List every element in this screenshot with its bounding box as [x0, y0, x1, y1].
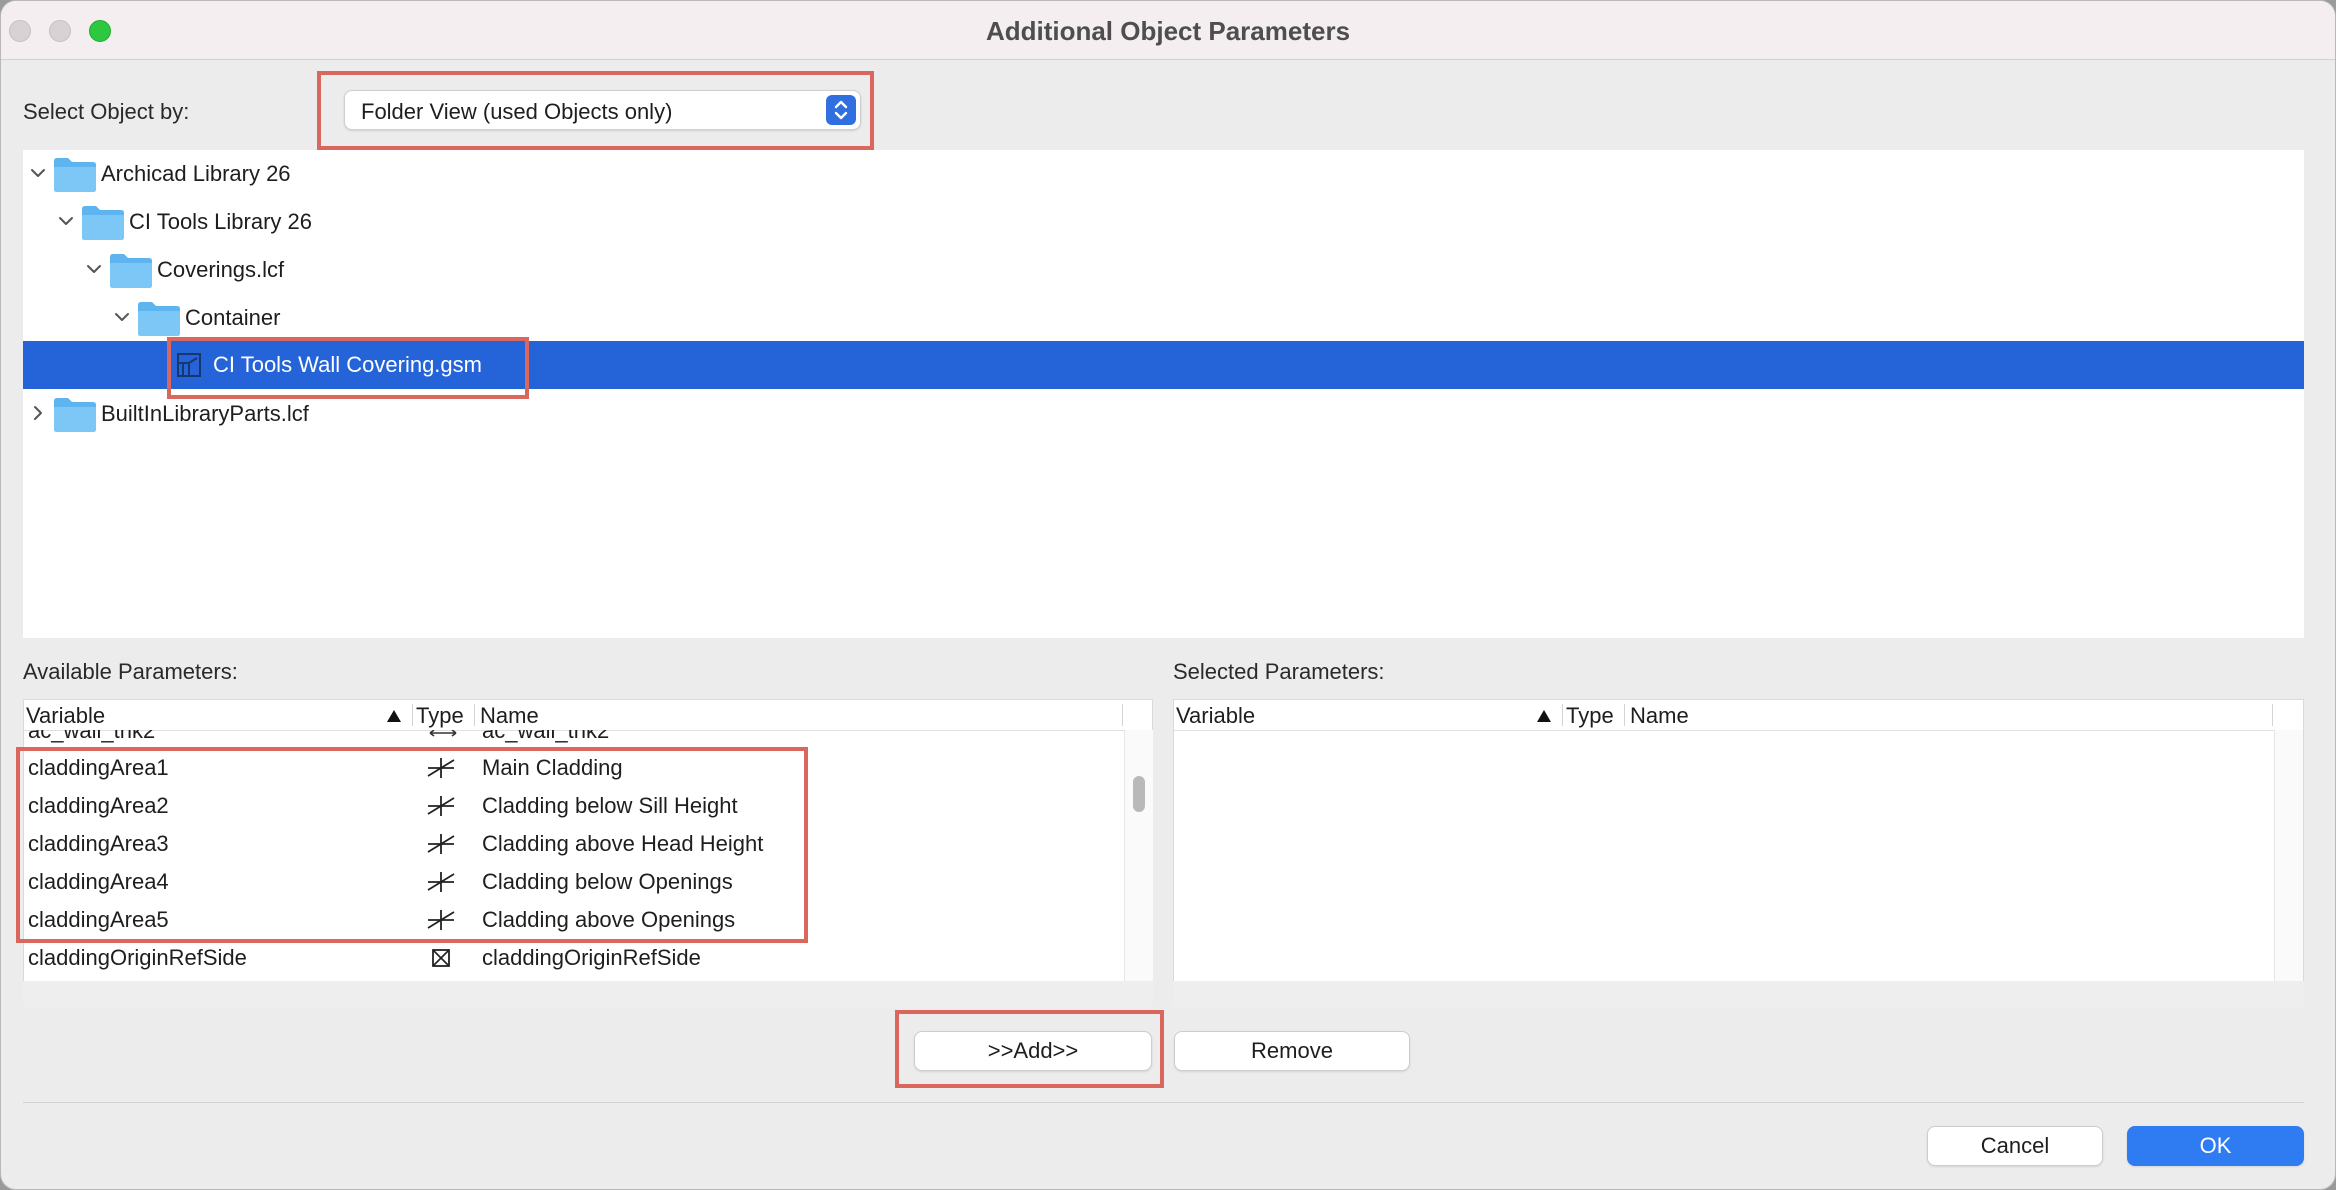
cell-variable: claddingArea2 — [28, 793, 169, 818]
cancel-button[interactable]: Cancel — [1927, 1126, 2103, 1166]
folder-icon — [137, 299, 181, 337]
surface-icon — [426, 870, 456, 894]
tree-item-label: CI Tools Library 26 — [129, 209, 313, 234]
available-list-header: Variable Type Name — [24, 700, 1152, 731]
cell-name: Cladding above Openings — [482, 907, 736, 932]
window-title: Additional Object Parameters — [985, 16, 1351, 46]
cell-name: ac_wall_thk2 — [482, 730, 610, 743]
cell-variable: claddingArea3 — [28, 831, 169, 856]
selected-list-footer — [1173, 981, 2304, 1007]
library-tree[interactable]: Archicad Library 26 CI Tools Library 26 … — [23, 150, 2304, 638]
tree-item-archicad-library[interactable]: Archicad Library 26 — [23, 151, 2304, 197]
available-list-footer — [23, 981, 1153, 1007]
column-header-type[interactable]: Type — [1566, 703, 1614, 729]
available-list-scrollbar[interactable] — [1124, 730, 1153, 1006]
cell-variable: claddingArea4 — [28, 869, 169, 894]
ok-button[interactable]: OK — [2127, 1126, 2304, 1166]
column-header-type[interactable]: Type — [416, 703, 464, 729]
cell-variable: claddingArea5 — [28, 907, 169, 932]
select-by-dropdown[interactable]: Folder View (used Objects only) — [344, 90, 861, 130]
length-icon — [428, 730, 458, 744]
title-bar: Additional Object Parameters — [1, 1, 2335, 60]
surface-icon — [426, 908, 456, 932]
tree-item-container[interactable]: Container — [23, 295, 2304, 341]
folder-icon — [53, 395, 97, 433]
available-parameters-list[interactable]: Variable Type Name ac_wall_thk2 ac_wall_… — [23, 699, 1153, 1007]
up-down-chevron-icon — [826, 95, 856, 125]
tree-item-builtin-library-parts[interactable]: BuiltInLibraryParts.lcf — [23, 391, 2304, 437]
folder-icon — [81, 203, 125, 241]
dialog-window: Additional Object Parameters Select Obje… — [0, 0, 2336, 1190]
selected-parameters-label: Selected Parameters: — [1173, 659, 1385, 684]
boolean-icon — [426, 946, 456, 970]
chevron-down-icon[interactable] — [85, 260, 103, 278]
table-row[interactable]: claddingOriginRefSide claddingOriginRefS… — [24, 938, 1122, 976]
table-row[interactable]: claddingArea1 Main Cladding — [24, 748, 1122, 786]
cell-variable: ac_wall_thk2 — [28, 730, 156, 743]
surface-icon — [426, 794, 456, 818]
select-by-value: Folder View (used Objects only) — [361, 99, 673, 124]
surface-icon — [426, 832, 456, 856]
tree-item-label: Archicad Library 26 — [101, 161, 291, 186]
sort-ascending-icon — [386, 709, 402, 728]
tree-item-ci-tools-wall-covering[interactable]: CI Tools Wall Covering.gsm — [23, 341, 2304, 389]
column-header-variable[interactable]: Variable — [1176, 703, 1255, 729]
tree-item-coverings[interactable]: Coverings.lcf — [23, 247, 2304, 293]
cell-variable: claddingArea1 — [28, 755, 169, 780]
surface-icon — [426, 756, 456, 780]
cell-name: Main Cladding — [482, 755, 623, 780]
chevron-down-icon[interactable] — [113, 308, 131, 326]
selected-parameters-list[interactable]: Variable Type Name — [1173, 699, 2304, 1007]
table-row[interactable]: claddingArea3 Cladding above Head Height — [24, 824, 1122, 862]
tree-item-label: CI Tools Wall Covering.gsm — [213, 352, 482, 377]
table-row-partial[interactable]: ac_wall_thk2 ac_wall_thk2 — [24, 730, 1122, 744]
tree-item-label: BuiltInLibraryParts.lcf — [101, 401, 309, 426]
cell-name: claddingOriginRefSide — [482, 945, 701, 970]
folder-icon — [53, 155, 97, 193]
chevron-down-icon[interactable] — [29, 164, 47, 182]
table-row[interactable]: claddingArea5 Cladding above Openings — [24, 900, 1122, 938]
cell-name: Cladding below Openings — [482, 869, 733, 894]
table-row[interactable]: claddingArea2 Cladding below Sill Height — [24, 786, 1122, 824]
column-header-variable[interactable]: Variable — [26, 703, 105, 729]
chevron-down-icon[interactable] — [57, 212, 75, 230]
library-object-icon — [175, 351, 203, 379]
sort-ascending-icon — [1536, 709, 1552, 728]
chevron-right-icon[interactable] — [29, 404, 47, 422]
available-parameters-label: Available Parameters: — [23, 659, 238, 684]
tree-item-label: Container — [185, 305, 281, 330]
column-header-name[interactable]: Name — [1630, 703, 1689, 729]
selected-list-scrollbar[interactable] — [2274, 730, 2303, 1006]
select-by-label: Select Object by: — [23, 99, 190, 124]
tree-item-ci-tools-library[interactable]: CI Tools Library 26 — [23, 199, 2304, 245]
remove-button[interactable]: Remove — [1174, 1031, 1410, 1071]
scrollbar-thumb[interactable] — [1133, 776, 1145, 812]
cell-variable: claddingOriginRefSide — [28, 945, 247, 970]
selected-list-header: Variable Type Name — [1174, 700, 2303, 731]
table-row[interactable]: claddingArea4 Cladding below Openings — [24, 862, 1122, 900]
tree-item-label: Coverings.lcf — [157, 257, 285, 282]
cell-name: Cladding below Sill Height — [482, 793, 738, 818]
folder-icon — [109, 251, 153, 289]
cell-name: Cladding above Head Height — [482, 831, 764, 856]
column-header-name[interactable]: Name — [480, 703, 539, 729]
add-button[interactable]: >>Add>> — [914, 1031, 1152, 1071]
footer-divider — [23, 1102, 2304, 1103]
